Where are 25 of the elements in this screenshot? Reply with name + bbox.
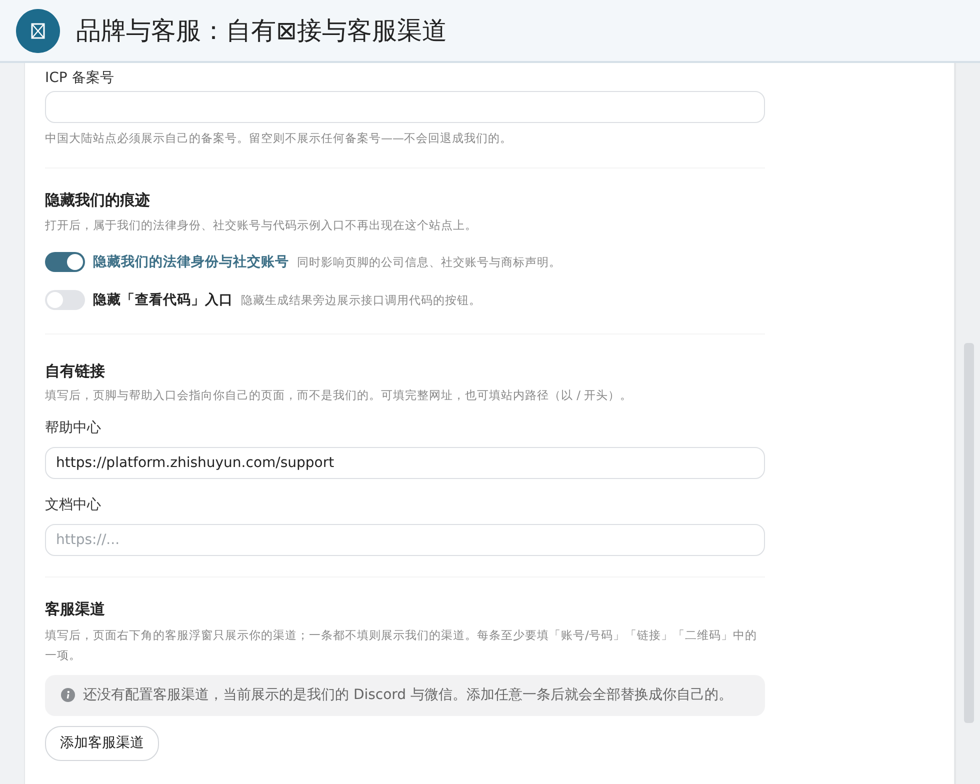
toggle-hint: 同时影响页脚的公司信息、社交账号与商标声明。	[297, 254, 561, 270]
help-text: 中国大陆站点必须展示自己的备案号。留空则不展示任何备案号——不会回退成我们的。	[45, 130, 513, 147]
add-channel-button[interactable]: 添加客服渠道	[45, 726, 159, 761]
toggle-switch[interactable]	[45, 252, 85, 272]
page-title: 品牌与客服：自有⊠接与客服渠道	[76, 14, 447, 47]
text-field[interactable]: https://platform.zhishuyun.com/support	[45, 447, 765, 480]
section-description: 填写后，页脚与帮助入口会指向你自己的页面，而不是我们的。可填完整网址，也可填站内路径（以 / 开头）。	[45, 387, 634, 404]
section-description: 打开后，属于我们的法律身份、社交账号与代码示例入口不再出现在这个站点上。	[45, 216, 478, 234]
section-title: 自有链接	[45, 360, 106, 382]
section-title: 客服渠道	[45, 599, 106, 620]
toggle-label: 隐藏「查看代码」入口	[93, 291, 233, 310]
info-icon	[61, 688, 75, 702]
text-field[interactable]	[45, 91, 765, 123]
toggle-switch[interactable]	[45, 290, 85, 310]
scrollbar-thumb[interactable]	[964, 343, 974, 723]
section-title: 隐藏我们的痕迹	[45, 190, 151, 212]
toggle-label: 隐藏我们的法律身份与社交账号	[93, 253, 289, 272]
logo-icon	[16, 8, 60, 52]
field-label: ICP 备案号	[45, 69, 115, 87]
text-field[interactable]: https://...	[45, 524, 765, 556]
field-label: 文档中心	[45, 496, 102, 516]
toggle-hint: 隐藏生成结果旁边展示接口调用代码的按钮。	[241, 292, 481, 309]
section-description: 填写后，页面右下角的客服浮窗只展示你的渠道；一条都不填则展示我们的渠道。每条至少要填「账号/号码」「链接」「二维码」中的一项。	[45, 626, 758, 664]
notice-text: 还没有配置客服渠道，当前展示的是我们的 Discord 与微信。添加任意一条后就会全部替换成你自己的。	[83, 686, 733, 705]
field-label: 帮助中心	[45, 419, 102, 438]
